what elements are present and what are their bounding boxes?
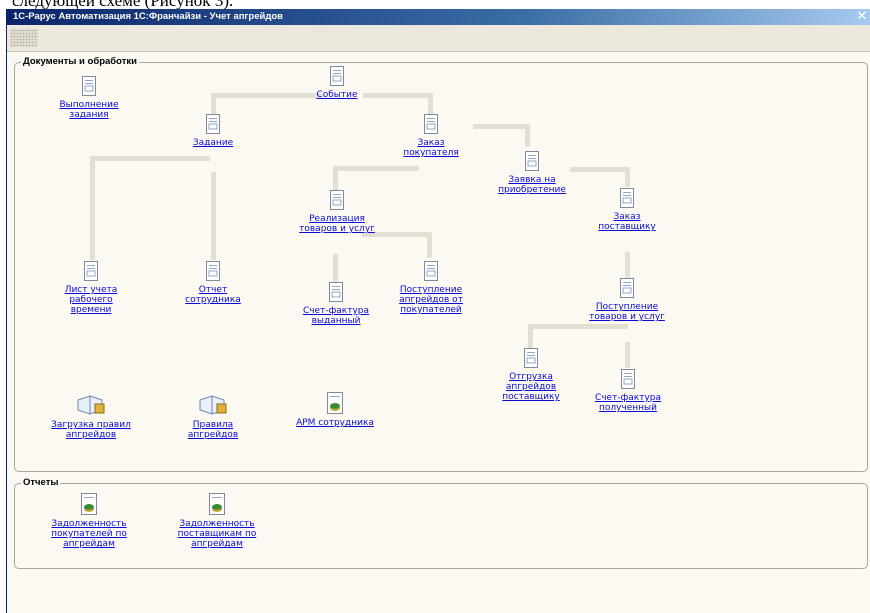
node-schet-faktura-vydannyj[interactable]: Счет-фактура выданный	[291, 282, 381, 326]
node-label: Лист учета рабочего времени	[64, 285, 118, 315]
node-zadolzhennost-pokupatelej[interactable]: Задолженность покупателей по апгрейдам	[43, 493, 135, 549]
document-icon	[424, 114, 438, 134]
node-otgruzka-apgrejdov[interactable]: Отгрузка апгрейдов поставщику	[491, 348, 571, 402]
node-label: Событие	[316, 90, 358, 100]
toolbar	[7, 25, 870, 52]
document-icon	[525, 151, 539, 171]
node-label: Заявка на приобретение	[498, 175, 566, 195]
book-gear-icon	[199, 395, 227, 415]
document-icon	[82, 76, 96, 96]
node-arm-sotrudnika[interactable]: АРМ сотрудника	[287, 392, 383, 428]
node-label: Счет-фактура выданный	[302, 306, 370, 326]
connector	[625, 342, 630, 368]
report-icon	[209, 493, 225, 515]
document-icon	[620, 278, 634, 298]
node-label: Отчет сотрудника	[185, 285, 241, 305]
connector	[333, 166, 338, 190]
node-sobytie[interactable]: Событие	[297, 66, 377, 100]
document-icon	[330, 66, 344, 86]
node-label: Правила апгрейдов	[187, 420, 239, 440]
node-zadolzhennost-postavshchikam[interactable]: Задолженность поставщикам по апгрейдам	[167, 493, 267, 549]
node-zadanie[interactable]: Задание	[173, 114, 253, 148]
node-label: Задолженность поставщикам по апгрейдам	[177, 519, 257, 549]
connector	[570, 167, 630, 172]
document-icon	[329, 282, 343, 302]
connector	[427, 232, 432, 258]
connector	[333, 166, 419, 171]
node-label: Поступление товаров и услуг	[589, 302, 665, 322]
connector	[333, 254, 338, 282]
node-label: Счет-фактура полученный	[594, 393, 662, 413]
connector	[528, 324, 533, 348]
node-vypolnenie-zadaniya[interactable]: Выполнение задания	[49, 76, 129, 120]
node-realizaciya-tovarov[interactable]: Реализация товаров и услуг	[287, 190, 387, 234]
book-gear-icon	[77, 395, 105, 415]
connector	[528, 324, 628, 329]
connector	[90, 156, 210, 161]
document-icon	[524, 348, 538, 368]
node-zagruzka-pravil[interactable]: Загрузка правил апгрейдов	[45, 392, 137, 440]
document-icon	[621, 369, 635, 389]
connector	[525, 124, 530, 147]
app-window: 1С-Рарус Автоматизация 1С:Франчайзи - Уч…	[6, 9, 870, 613]
node-label: Загрузка правил апгрейдов	[51, 420, 131, 440]
node-label: Заказ покупателя	[403, 138, 459, 158]
node-otchet-sotrudnika[interactable]: Отчет сотрудника	[173, 261, 253, 305]
connector	[428, 93, 433, 115]
reports-group: Отчеты	[14, 477, 868, 569]
node-label: Отгрузка апгрейдов поставщику	[502, 372, 560, 402]
node-label: Поступление апгрейдов от покупателей	[399, 285, 463, 315]
node-postuplenie-apgrejdov[interactable]: Поступление апгрейдов от покупателей	[385, 261, 477, 315]
title-bar[interactable]: 1С-Рарус Автоматизация 1С:Франчайзи - Уч…	[7, 9, 870, 25]
node-list-ucheta[interactable]: Лист учета рабочего времени	[51, 261, 131, 315]
node-label: Реализация товаров и услуг	[299, 214, 375, 234]
node-zakaz-postavshchiku[interactable]: Заказ поставщику	[587, 188, 667, 232]
connector	[625, 252, 630, 280]
node-label: Выполнение задания	[59, 100, 119, 120]
node-label: Задолженность покупателей по апгрейдам	[51, 519, 127, 549]
node-schet-faktura-poluchennyj[interactable]: Счет-фактура полученный	[583, 369, 673, 413]
report-icon	[81, 493, 97, 515]
document-icon	[206, 114, 220, 134]
document-icon	[206, 261, 220, 281]
node-zayavka-na-priobretenie[interactable]: Заявка на приобретение	[487, 151, 577, 195]
document-icon	[330, 190, 344, 210]
documents-group-title: Документы и обработки	[21, 56, 139, 67]
document-icon	[620, 188, 634, 208]
document-icon	[84, 261, 98, 281]
report-icon	[327, 392, 343, 414]
connector	[625, 167, 630, 187]
main-panel: Документы и обработки Отчеты Выполнение …	[7, 52, 870, 613]
close-button[interactable]: ✕	[855, 9, 869, 25]
node-pravila-apgrejdov[interactable]: Правила апгрейдов	[173, 392, 253, 440]
window-title: 1С-Рарус Автоматизация 1С:Франчайзи - Уч…	[13, 11, 283, 22]
node-zakaz-pokupatelya[interactable]: Заказ покупателя	[391, 114, 471, 158]
node-label: Заказ поставщику	[598, 212, 656, 232]
connector	[473, 124, 530, 129]
node-label: Задание	[192, 138, 234, 148]
node-postuplenie-tovarov[interactable]: Поступление товаров и услуг	[577, 278, 677, 322]
node-label: АРМ сотрудника	[296, 418, 374, 428]
document-icon	[424, 261, 438, 281]
reports-group-title: Отчеты	[21, 477, 61, 488]
connector	[90, 156, 95, 260]
toolbar-grip[interactable]	[10, 29, 38, 47]
connector	[211, 172, 216, 260]
